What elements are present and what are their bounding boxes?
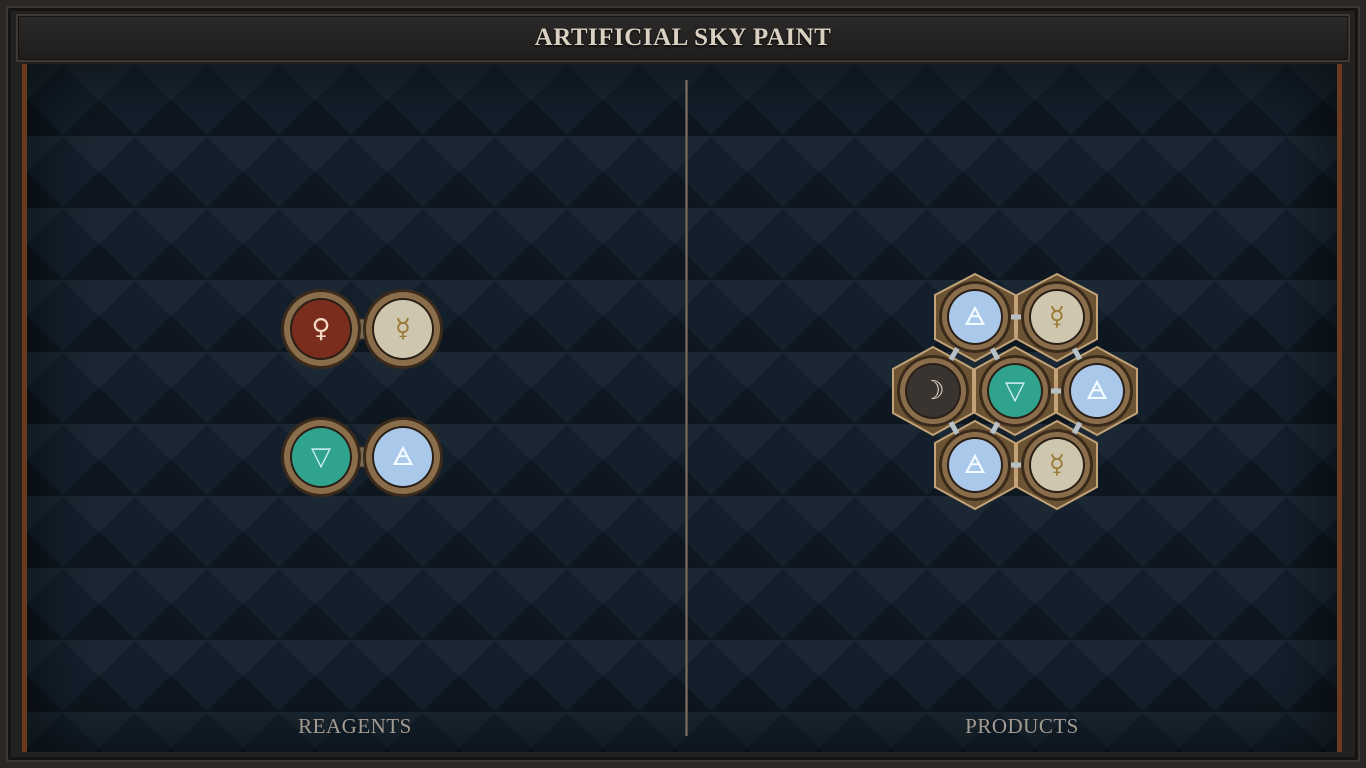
atom-water[interactable]: ▽ [281, 417, 361, 497]
water-symbol-icon: ▽ [1005, 376, 1025, 406]
game-board: ♀ ☿ ▽ 🜁 🜁 ☿ ☽ ▽ 🜁 🜁 ☿ REAGENTS PRODUCTS [22, 64, 1342, 752]
water-symbol-icon: ▽ [311, 442, 331, 472]
product-atom-water[interactable]: ▽ [979, 355, 1051, 427]
product-atom-silver[interactable]: ☽ [897, 355, 969, 427]
panel-divider [685, 80, 688, 736]
air-symbol-icon: 🜁 [964, 450, 987, 480]
product-molecule[interactable]: 🜁 ☿ ☽ ▽ 🜁 🜁 ☿ [885, 269, 1145, 519]
atom-copper[interactable]: ♀ [281, 289, 361, 369]
product-atom-air[interactable]: 🜁 [1061, 355, 1133, 427]
window-title: ARTIFICIAL SKY PAINT [534, 24, 832, 51]
products-label: PRODUCTS [965, 714, 1079, 738]
product-atom-air[interactable]: 🜁 [939, 429, 1011, 501]
quicksilver-symbol-icon: ☿ [1049, 302, 1065, 332]
product-atom-air[interactable]: 🜁 [939, 281, 1011, 353]
title-bar: ARTIFICIAL SKY PAINT [16, 14, 1350, 62]
product-atom-quicksilver[interactable]: ☿ [1021, 281, 1093, 353]
reagent-molecule-1[interactable]: ♀ ☿ [279, 286, 449, 372]
reagents-label: REAGENTS [298, 714, 412, 738]
quicksilver-symbol-icon: ☿ [395, 314, 411, 344]
quicksilver-symbol-icon: ☿ [1049, 450, 1065, 480]
product-atom-quicksilver[interactable]: ☿ [1021, 429, 1093, 501]
atom-air[interactable]: 🜁 [363, 417, 443, 497]
reagent-molecule-2[interactable]: ▽ 🜁 [279, 414, 449, 500]
silver-symbol-icon: ☽ [921, 376, 944, 406]
air-symbol-icon: 🜁 [392, 442, 415, 472]
air-symbol-icon: 🜁 [1086, 376, 1109, 406]
copper-symbol-icon: ♀ [311, 314, 330, 344]
atom-quicksilver[interactable]: ☿ [363, 289, 443, 369]
air-symbol-icon: 🜁 [964, 302, 987, 332]
